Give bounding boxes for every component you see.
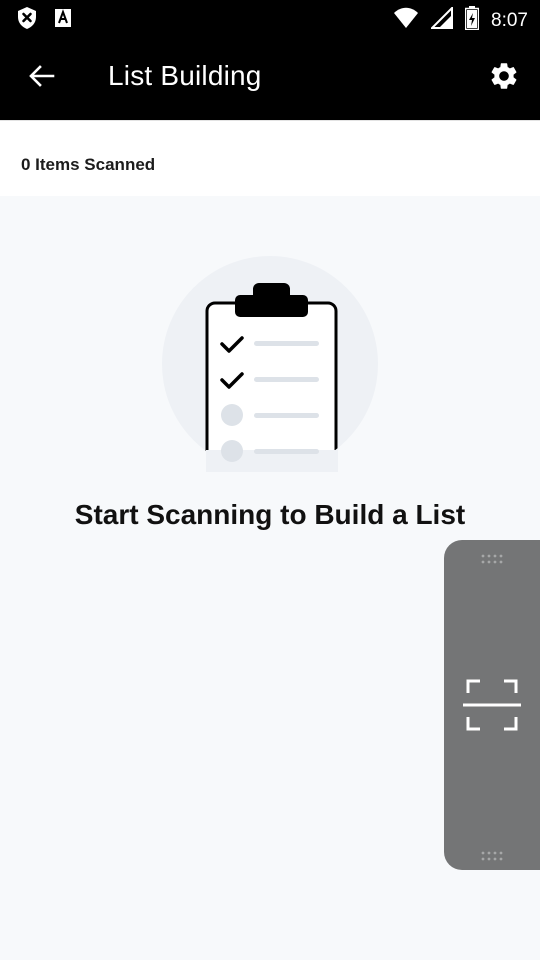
- items-scanned-bar: 0 Items Scanned: [0, 120, 540, 196]
- wifi-icon: [393, 7, 419, 34]
- drag-handle-bottom[interactable]: [481, 848, 503, 861]
- gear-icon: [488, 60, 520, 97]
- empty-state-title: Start Scanning to Build a List: [74, 499, 466, 530]
- settings-button[interactable]: [484, 58, 524, 98]
- page-title: List Building: [108, 60, 262, 91]
- shield-x-icon: [16, 6, 38, 35]
- font-a-icon: [54, 8, 72, 33]
- battery-icon: [464, 6, 480, 35]
- clipboard-checklist-icon: [162, 256, 378, 474]
- scan-frame-icon[interactable]: [463, 678, 521, 732]
- status-time: 8:07: [491, 9, 528, 31]
- scan-panel[interactable]: [444, 540, 540, 870]
- app-bar: List Building: [0, 36, 540, 120]
- back-button[interactable]: [22, 58, 62, 98]
- status-bar: 8:07: [0, 0, 540, 36]
- items-scanned-count: 0 Items Scanned: [21, 155, 156, 174]
- arrow-left-icon: [29, 64, 55, 92]
- drag-handle-top[interactable]: [481, 551, 503, 564]
- signal-icon: [429, 5, 454, 34]
